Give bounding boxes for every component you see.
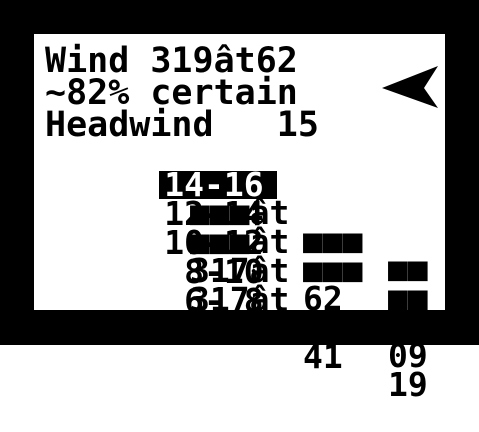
lcd-screen: Wind 319ât62 ~82% certain Headwind 15 14… bbox=[34, 34, 445, 401]
device-bezel: Wind 319ât62 ~82% certain Headwind 15 14… bbox=[0, 0, 479, 401]
altitude-row[interactable]: 8-10 317ât 52 09 bbox=[45, 230, 428, 372]
gust-value: 19 bbox=[388, 365, 428, 404]
altitude-row[interactable]: 14-16 ■■■ât ■■■ ■■ bbox=[45, 143, 428, 285]
direction-value: 316ât bbox=[190, 309, 290, 348]
altitude-row[interactable]: 10-12 317ât 62 00 bbox=[45, 201, 428, 343]
speed-value: 41 bbox=[303, 337, 343, 376]
gust-value: 09 bbox=[388, 336, 428, 375]
altitude-row[interactable]: 12-14 ■■■ât ■■■ ■■ bbox=[45, 172, 428, 314]
altitude-row[interactable]: 6- 8 316ât 41 19 bbox=[45, 259, 428, 401]
headwind-text: Headwind 15 bbox=[45, 105, 319, 145]
wind-direction-arrow-icon bbox=[382, 66, 438, 108]
